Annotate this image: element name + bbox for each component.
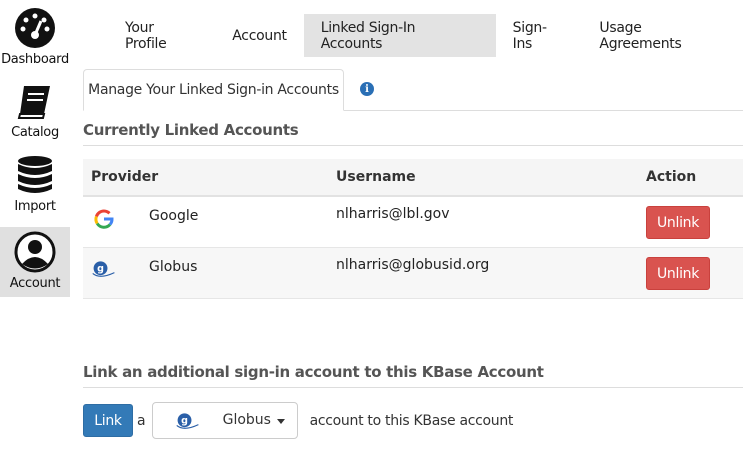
google-logo-icon [94, 209, 114, 229]
sidebar-item-label: Dashboard [1, 52, 69, 67]
sidebar: Dashboard Catalog Import Account [0, 0, 70, 456]
sidebar-item-dashboard[interactable]: Dashboard [0, 0, 70, 73]
sidebar-item-label: Catalog [11, 125, 59, 140]
top-tab-bar: Your Profile Account Linked Sign-In Acco… [108, 14, 743, 57]
subtab-bar: Manage Your Linked Sign-in Accounts i [83, 69, 743, 111]
database-icon [18, 156, 52, 193]
tab-your-profile[interactable]: Your Profile [108, 14, 215, 57]
globus-logo-icon: g [175, 413, 199, 429]
table-header: Provider Username Action [83, 159, 743, 197]
chevron-down-icon [276, 419, 285, 424]
sidebar-item-account[interactable]: Account [0, 227, 70, 297]
table-row: g Globus nlharris@globusid.org Unlink [83, 248, 743, 299]
username: nlharris@lbl.gov [336, 206, 450, 222]
subtab-manage-linked-accounts[interactable]: Manage Your Linked Sign-in Accounts [83, 69, 344, 111]
dashboard-icon [15, 8, 55, 48]
svg-text:g: g [181, 416, 188, 427]
section-title-linked-accounts: Currently Linked Accounts [83, 121, 299, 139]
divider [83, 145, 743, 146]
column-header-action: Action [646, 169, 697, 185]
sidebar-item-import[interactable]: Import [0, 147, 70, 220]
column-header-username: Username [336, 169, 416, 185]
sidebar-item-catalog[interactable]: Catalog [0, 73, 70, 146]
column-header-provider: Provider [91, 169, 159, 185]
table-row: Google nlharris@lbl.gov Unlink [83, 197, 743, 248]
divider [83, 387, 743, 388]
linked-accounts-table: Provider Username Action Google nlharris… [83, 159, 743, 299]
unlink-google-button[interactable]: Unlink [646, 206, 710, 239]
section-title-link-additional: Link an additional sign-in account to th… [83, 363, 544, 381]
tab-account[interactable]: Account [215, 14, 303, 57]
sidebar-item-label: Account [9, 276, 61, 291]
username: nlharris@globusid.org [336, 257, 490, 273]
provider-name: Google [149, 208, 199, 224]
link-account-row: Link a g Globus account to this KBase ac… [83, 402, 513, 439]
tab-linked-sign-in-accounts[interactable]: Linked Sign-In Accounts [303, 14, 496, 57]
globus-logo-icon: g [92, 261, 115, 277]
tab-sign-ins[interactable]: Sign-Ins [496, 14, 583, 57]
tab-usage-agreements[interactable]: Usage Agreements [582, 14, 743, 57]
connector-text: a [137, 412, 146, 429]
provider-name: Globus [149, 259, 198, 275]
book-icon [17, 86, 50, 119]
sidebar-item-label: Import [14, 199, 56, 214]
link-description-text: account to this KBase account [309, 412, 514, 429]
unlink-globus-button[interactable]: Unlink [646, 257, 710, 290]
link-button[interactable]: Link [83, 404, 133, 437]
provider-select-value: Globus [222, 412, 271, 428]
user-icon [14, 231, 56, 273]
provider-select[interactable]: g Globus [151, 402, 298, 439]
info-icon[interactable]: i [360, 82, 374, 96]
svg-text:g: g [97, 264, 104, 275]
